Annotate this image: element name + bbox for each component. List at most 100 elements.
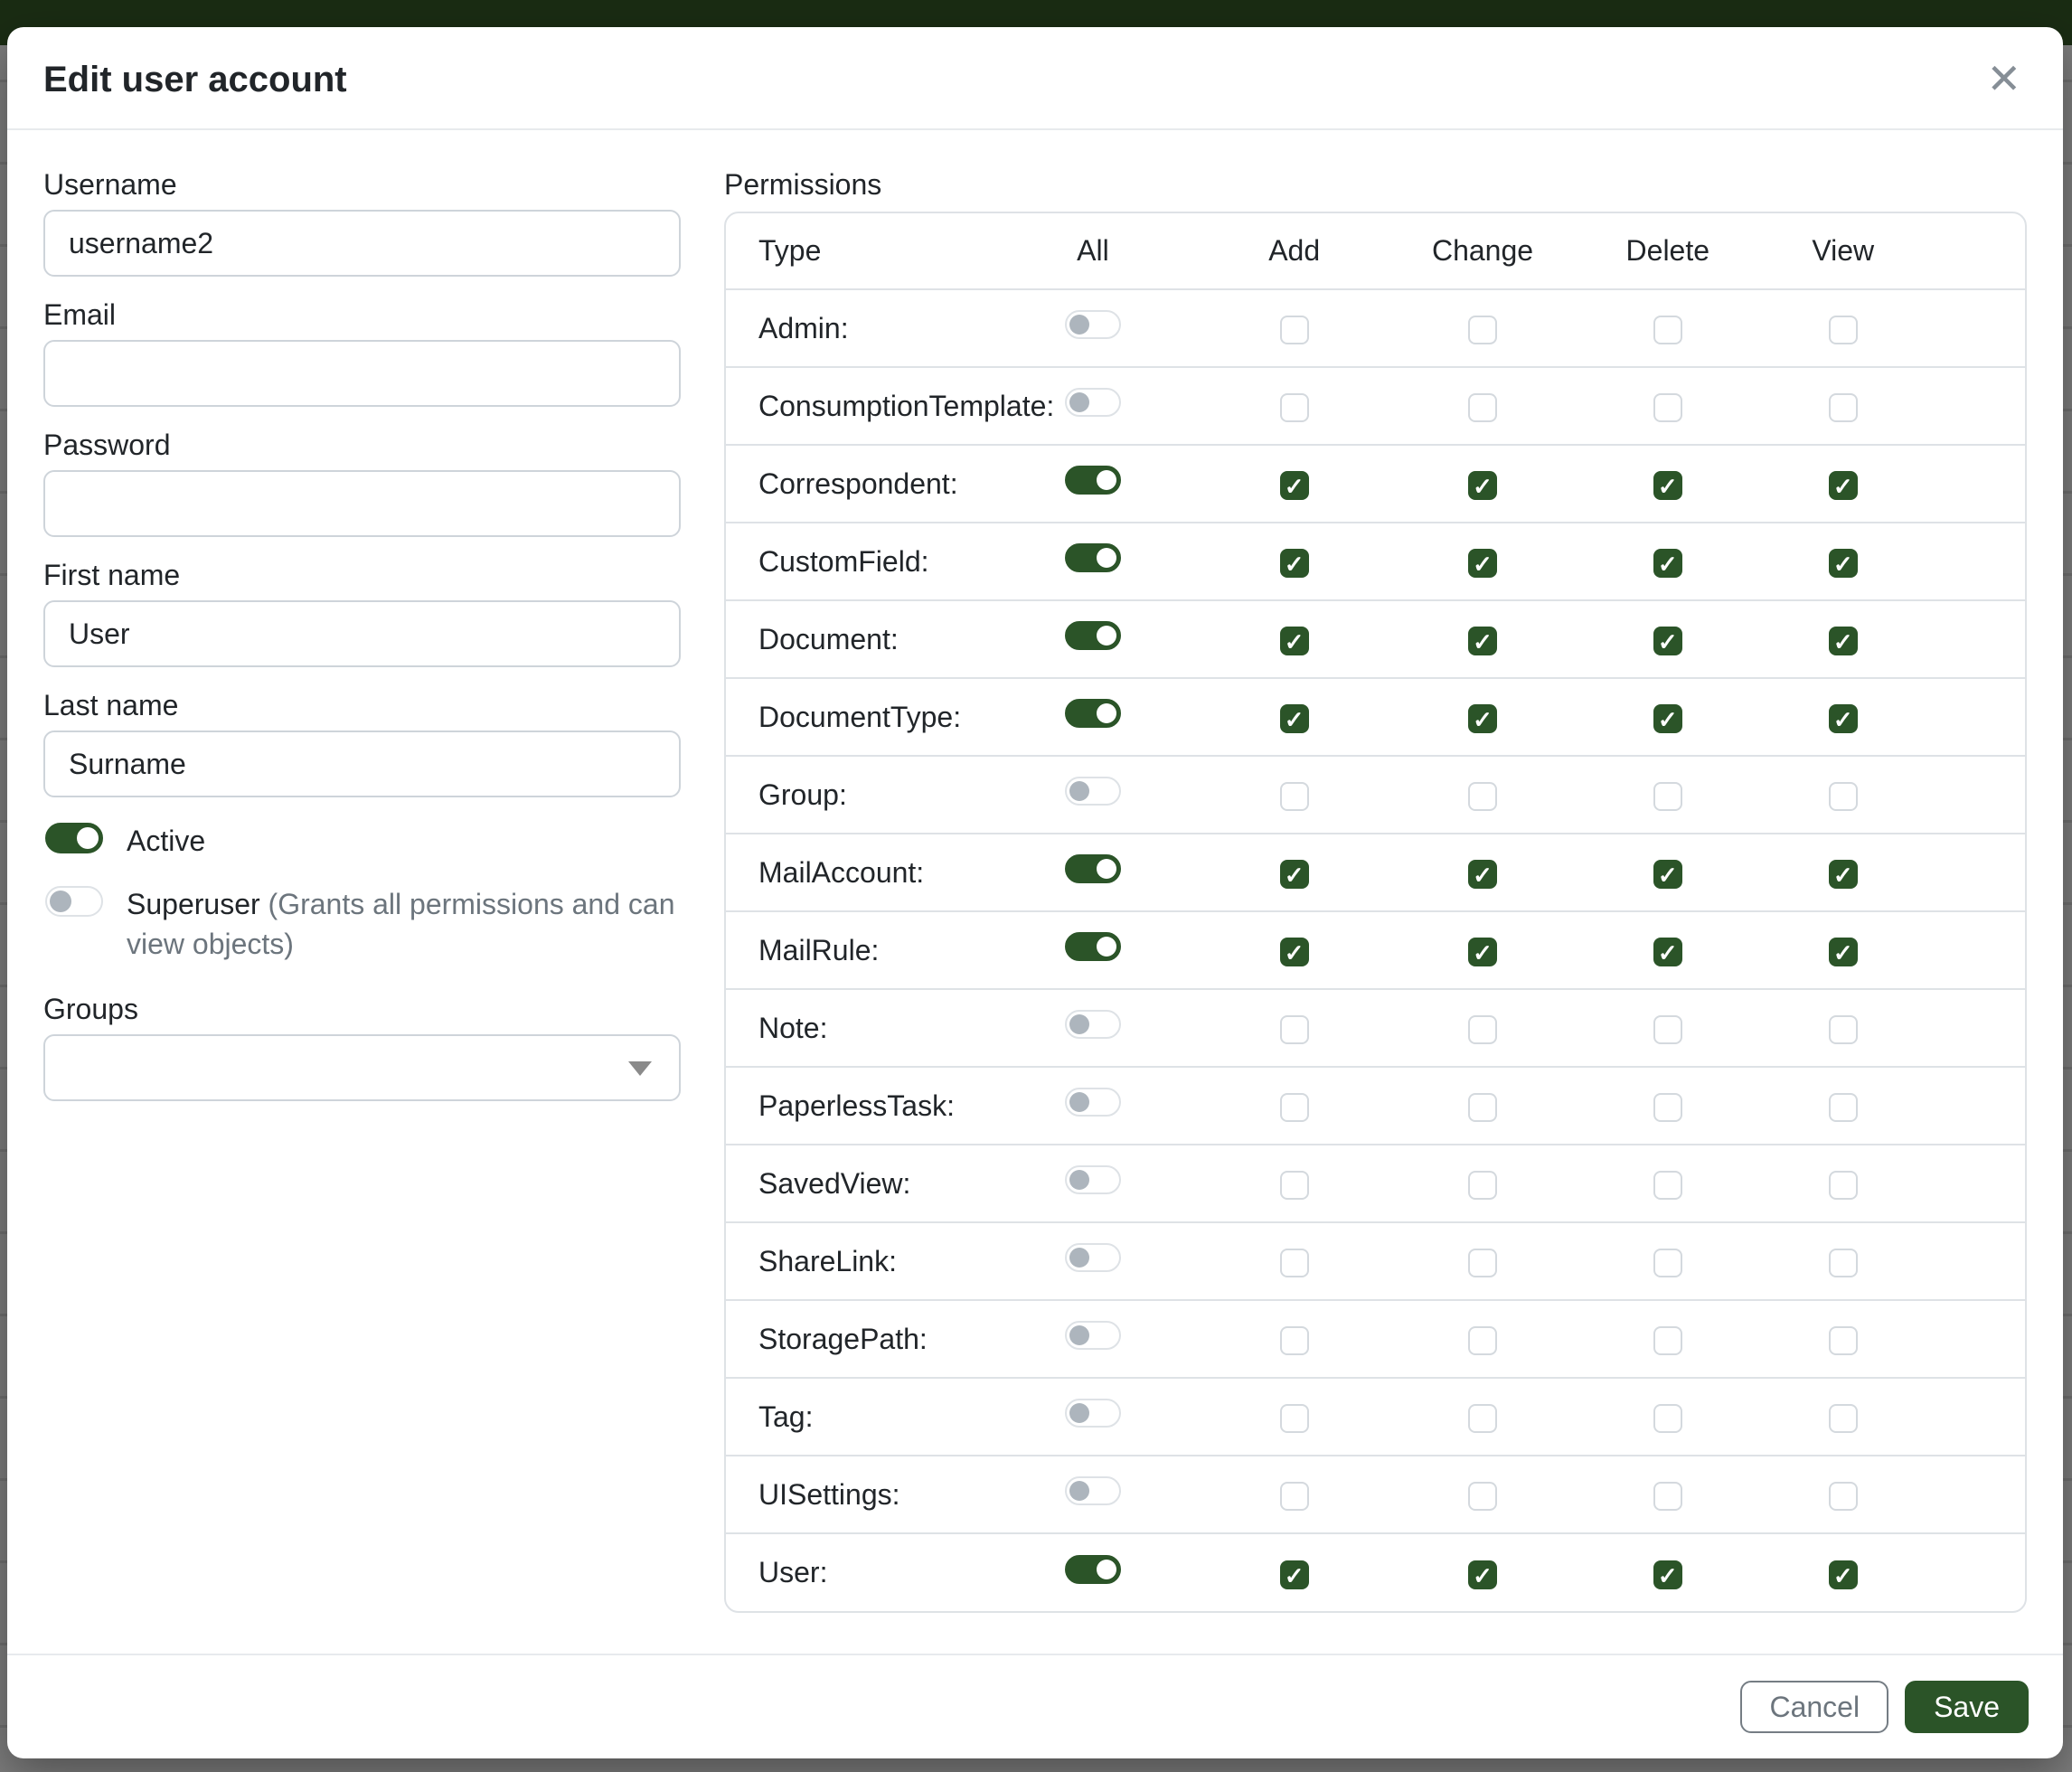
permission-add-checkbox[interactable] [1280, 393, 1309, 422]
active-toggle[interactable] [45, 823, 103, 853]
toggle-knob [1097, 548, 1116, 568]
permission-change-checkbox[interactable] [1468, 1015, 1497, 1044]
permission-change-checkbox[interactable] [1468, 1404, 1497, 1433]
superuser-toggle[interactable] [45, 886, 103, 917]
permission-all-toggle[interactable] [1065, 1321, 1121, 1350]
permission-all-toggle[interactable] [1065, 1088, 1121, 1117]
permission-all-toggle[interactable] [1065, 1243, 1121, 1272]
permission-view-checkbox[interactable] [1829, 316, 1858, 344]
first-name-input[interactable] [43, 600, 681, 667]
permission-change-checkbox[interactable] [1468, 860, 1497, 889]
permission-delete-checkbox[interactable] [1653, 549, 1682, 578]
permission-all-toggle[interactable] [1065, 621, 1121, 650]
permission-all-toggle[interactable] [1065, 1399, 1121, 1428]
permission-change-checkbox[interactable] [1468, 471, 1497, 500]
permission-row: MailAccount: [726, 834, 2025, 911]
permission-change-checkbox[interactable] [1468, 1093, 1497, 1122]
permission-all-toggle[interactable] [1065, 932, 1121, 961]
save-button[interactable]: Save [1905, 1681, 2029, 1733]
permission-add-checkbox[interactable] [1280, 1404, 1309, 1433]
permission-delete-checkbox[interactable] [1653, 1249, 1682, 1277]
permission-add-checkbox[interactable] [1280, 316, 1309, 344]
permission-add-checkbox[interactable] [1280, 1326, 1309, 1355]
permission-add-checkbox[interactable] [1280, 782, 1309, 811]
permission-view-checkbox[interactable] [1829, 1560, 1858, 1589]
permission-view-checkbox[interactable] [1829, 704, 1858, 733]
permission-delete-checkbox[interactable] [1653, 1326, 1682, 1355]
permission-add-checkbox[interactable] [1280, 1560, 1309, 1589]
permission-delete-checkbox[interactable] [1653, 938, 1682, 966]
toggle-knob [1069, 1248, 1089, 1268]
permission-all-toggle[interactable] [1065, 543, 1121, 572]
permission-change-checkbox[interactable] [1468, 704, 1497, 733]
permission-add-checkbox[interactable] [1280, 1171, 1309, 1200]
permission-row: MailRule: [726, 911, 2025, 989]
permission-add-checkbox[interactable] [1280, 860, 1309, 889]
permission-all-toggle[interactable] [1065, 1555, 1121, 1584]
permission-view-checkbox[interactable] [1829, 471, 1858, 500]
password-input[interactable] [43, 470, 681, 537]
permission-change-checkbox[interactable] [1468, 1326, 1497, 1355]
permission-add-checkbox[interactable] [1280, 1249, 1309, 1277]
permission-add-checkbox[interactable] [1280, 938, 1309, 966]
permission-delete-checkbox[interactable] [1653, 1404, 1682, 1433]
permission-delete-checkbox[interactable] [1653, 471, 1682, 500]
permission-add-checkbox[interactable] [1280, 1093, 1309, 1122]
permission-delete-checkbox[interactable] [1653, 1171, 1682, 1200]
permission-view-checkbox[interactable] [1829, 549, 1858, 578]
permission-all-toggle[interactable] [1065, 777, 1121, 806]
close-icon[interactable]: ✕ [1981, 58, 2027, 99]
permission-add-checkbox[interactable] [1280, 471, 1309, 500]
permission-change-checkbox[interactable] [1468, 782, 1497, 811]
permission-view-checkbox[interactable] [1829, 627, 1858, 655]
permission-change-checkbox[interactable] [1468, 316, 1497, 344]
permission-change-checkbox[interactable] [1468, 1249, 1497, 1277]
permission-view-checkbox[interactable] [1829, 782, 1858, 811]
permission-delete-checkbox[interactable] [1653, 1482, 1682, 1511]
permission-change-checkbox[interactable] [1468, 627, 1497, 655]
permission-delete-checkbox[interactable] [1653, 627, 1682, 655]
permission-add-checkbox[interactable] [1280, 704, 1309, 733]
permission-view-checkbox[interactable] [1829, 1171, 1858, 1200]
last-name-input[interactable] [43, 730, 681, 797]
permission-change-checkbox[interactable] [1468, 1560, 1497, 1589]
permission-change-checkbox[interactable] [1468, 1482, 1497, 1511]
permission-all-toggle[interactable] [1065, 310, 1121, 339]
permission-change-checkbox[interactable] [1468, 1171, 1497, 1200]
permission-add-checkbox[interactable] [1280, 627, 1309, 655]
permission-all-toggle[interactable] [1065, 466, 1121, 495]
permission-view-checkbox[interactable] [1829, 393, 1858, 422]
permission-view-checkbox[interactable] [1829, 860, 1858, 889]
permission-all-toggle[interactable] [1065, 1476, 1121, 1505]
permission-add-checkbox[interactable] [1280, 1482, 1309, 1511]
permission-view-checkbox[interactable] [1829, 938, 1858, 966]
permission-all-toggle[interactable] [1065, 1165, 1121, 1194]
permission-delete-checkbox[interactable] [1653, 860, 1682, 889]
cancel-button[interactable]: Cancel [1740, 1681, 1888, 1733]
permission-view-checkbox[interactable] [1829, 1093, 1858, 1122]
permission-all-toggle[interactable] [1065, 699, 1121, 728]
permission-all-toggle[interactable] [1065, 388, 1121, 417]
permission-change-checkbox[interactable] [1468, 549, 1497, 578]
email-input[interactable] [43, 340, 681, 407]
permission-delete-checkbox[interactable] [1653, 782, 1682, 811]
permission-view-checkbox[interactable] [1829, 1482, 1858, 1511]
permission-add-checkbox[interactable] [1280, 549, 1309, 578]
permission-all-toggle[interactable] [1065, 1010, 1121, 1039]
permission-delete-checkbox[interactable] [1653, 393, 1682, 422]
permission-delete-checkbox[interactable] [1653, 316, 1682, 344]
permission-add-checkbox[interactable] [1280, 1015, 1309, 1044]
groups-select[interactable] [43, 1034, 681, 1101]
permission-all-toggle[interactable] [1065, 854, 1121, 883]
permission-view-checkbox[interactable] [1829, 1015, 1858, 1044]
permission-change-checkbox[interactable] [1468, 393, 1497, 422]
permission-view-checkbox[interactable] [1829, 1326, 1858, 1355]
permission-view-checkbox[interactable] [1829, 1249, 1858, 1277]
permission-delete-checkbox[interactable] [1653, 1560, 1682, 1589]
permission-delete-checkbox[interactable] [1653, 704, 1682, 733]
permission-change-checkbox[interactable] [1468, 938, 1497, 966]
username-input[interactable] [43, 210, 681, 277]
permission-delete-checkbox[interactable] [1653, 1015, 1682, 1044]
permission-delete-checkbox[interactable] [1653, 1093, 1682, 1122]
permission-view-checkbox[interactable] [1829, 1404, 1858, 1433]
